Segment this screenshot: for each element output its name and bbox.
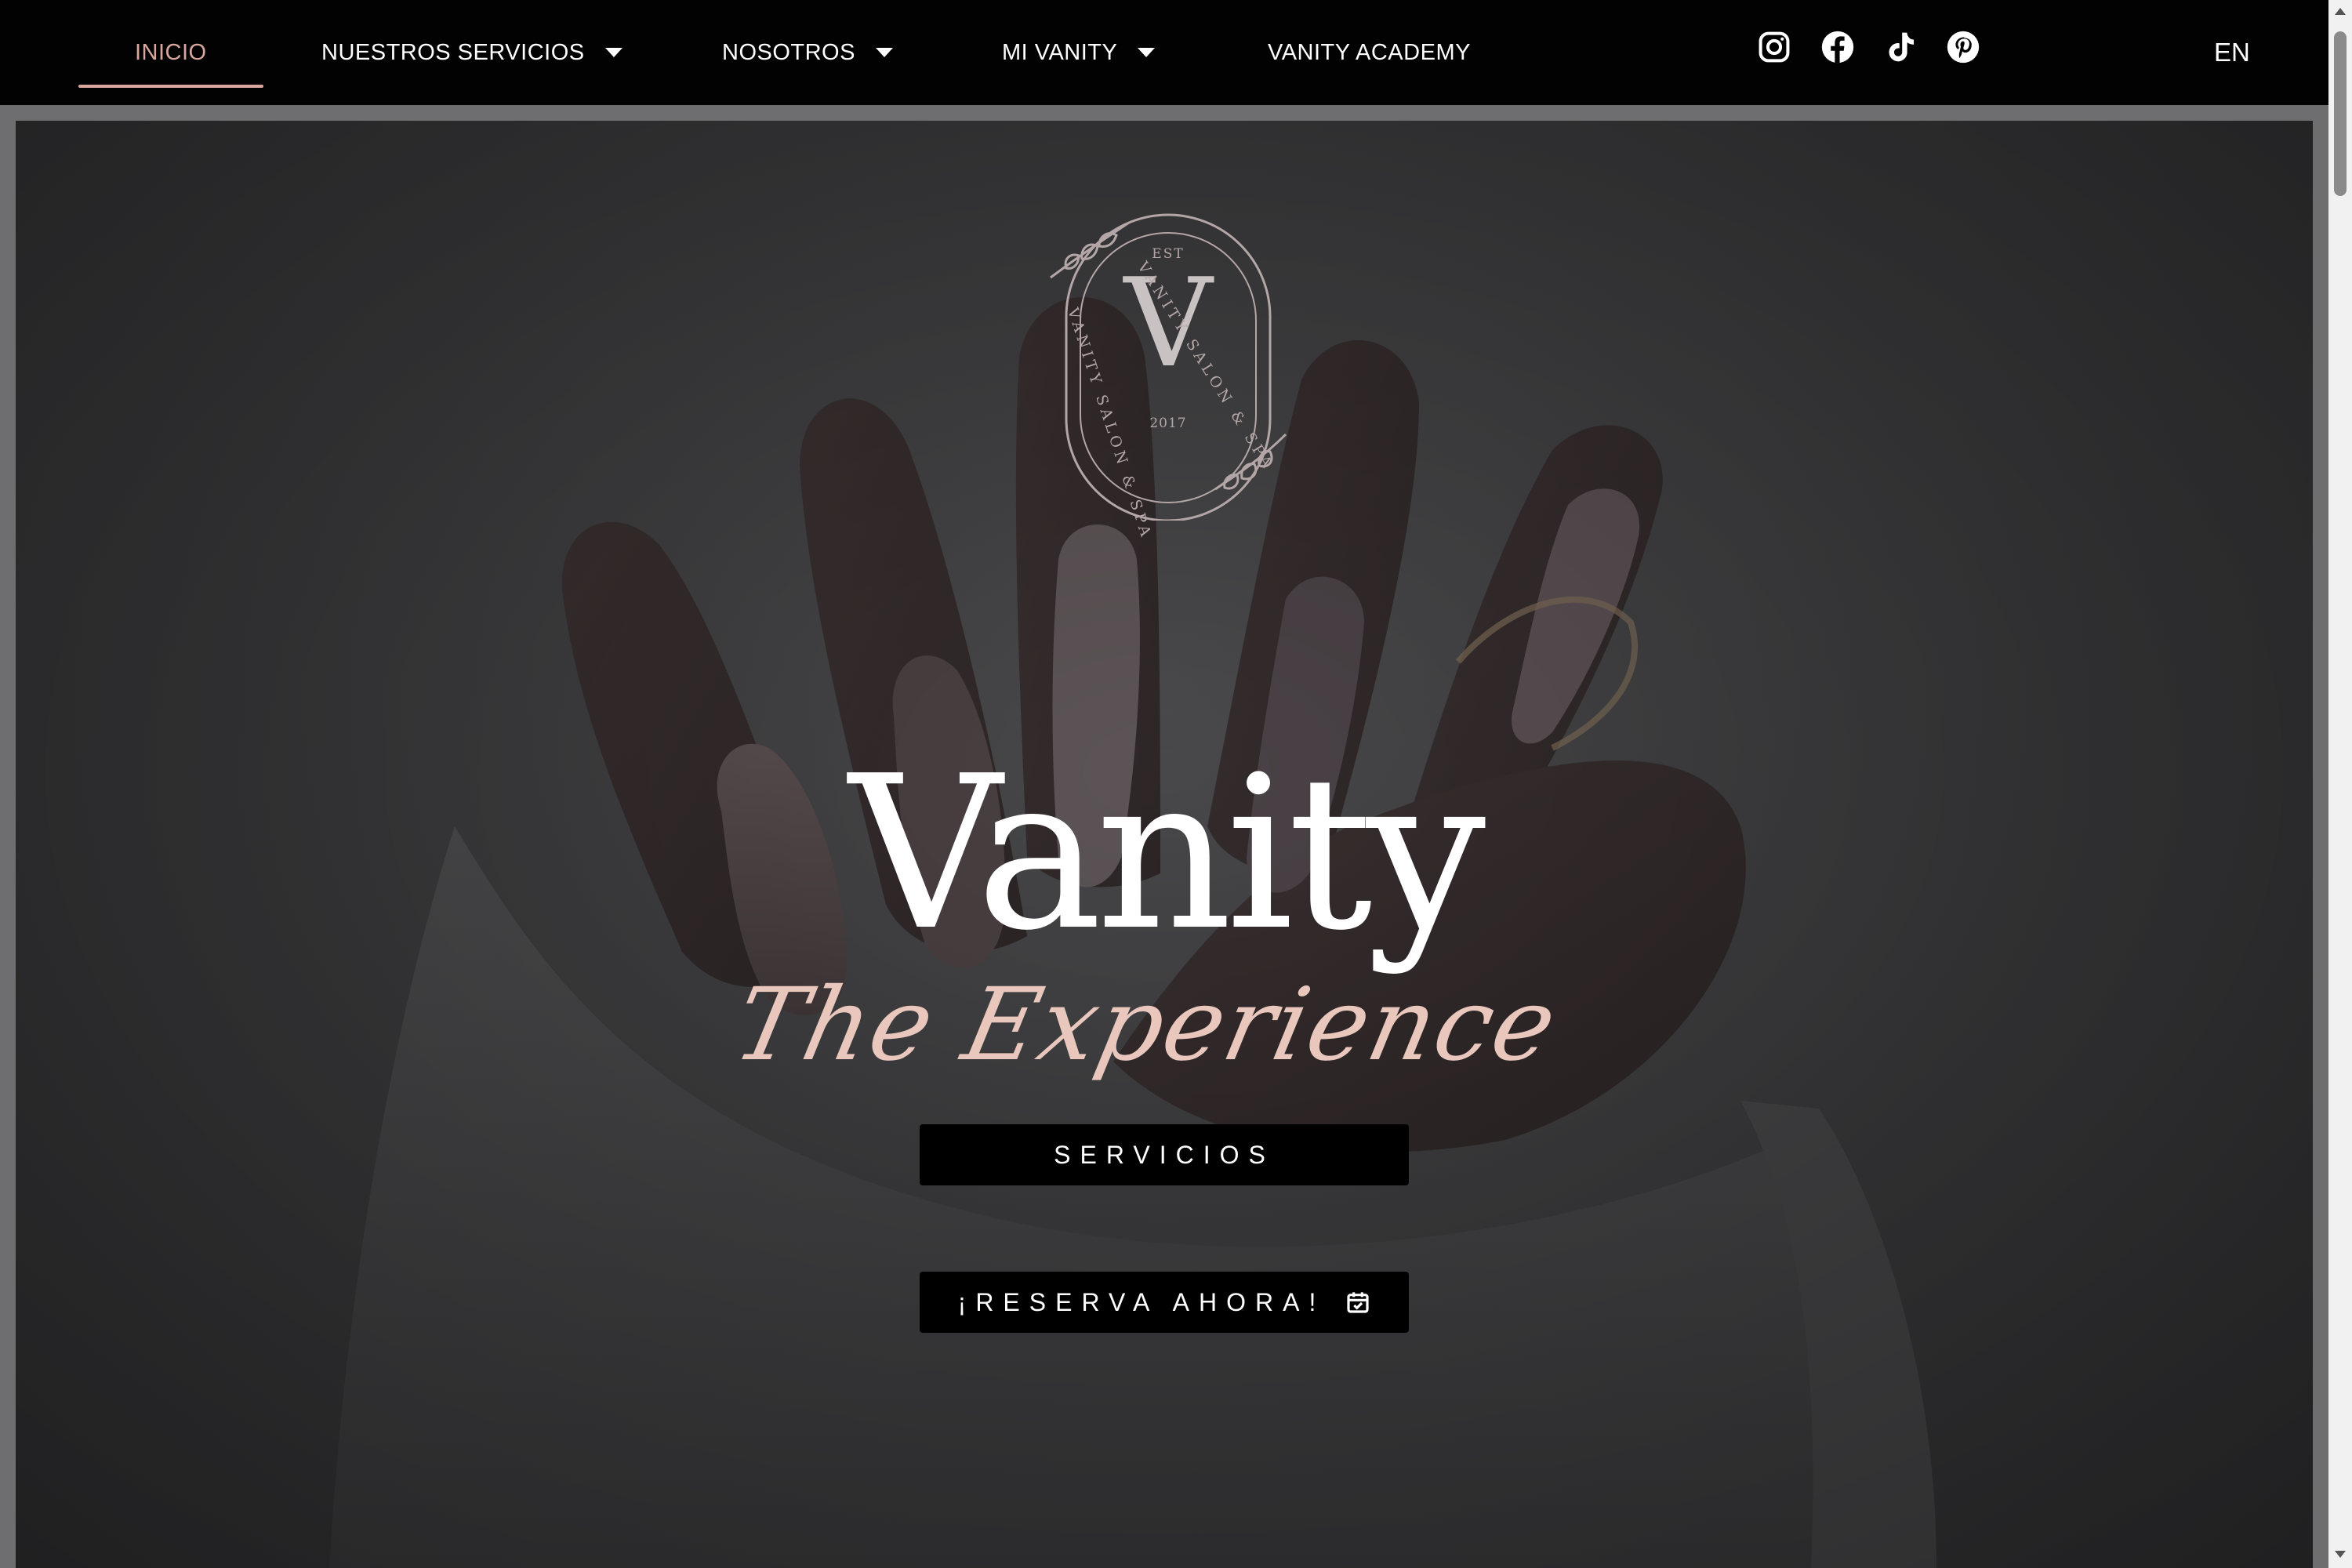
nav-item-inicio[interactable]: INICIO	[135, 0, 207, 105]
hero-section: EST V 2017 VANITY SALON & SPA VANITY SAL…	[16, 121, 2313, 1568]
nav-item-label: NUESTROS SERVICIOS	[321, 39, 585, 65]
scrollbar-thumb[interactable]	[2334, 31, 2347, 196]
facebook-icon[interactable]	[1820, 30, 1855, 64]
top-navbar: INICIO NUESTROS SERVICIOS NOSOTROS MI VA…	[0, 0, 2328, 105]
services-button-label: SERVICIOS	[1054, 1140, 1275, 1169]
tiktok-icon[interactable]	[1883, 30, 1918, 64]
language-switcher[interactable]: EN	[2214, 0, 2250, 105]
caret-down-icon	[875, 48, 893, 57]
nav-item-label: INICIO	[135, 39, 207, 65]
language-label: EN	[2214, 38, 2250, 67]
nav-item-label: NOSOTROS	[722, 39, 855, 65]
instagram-icon[interactable]	[1757, 30, 1791, 64]
brand-title: Vanity	[848, 730, 1486, 977]
nav-item-nuestros-servicios[interactable]: NUESTROS SERVICIOS	[321, 0, 622, 105]
page: INICIO NUESTROS SERVICIOS NOSOTROS MI VA…	[0, 0, 2352, 1568]
scroll-up-arrow-icon[interactable]	[2335, 8, 2346, 15]
pinterest-icon[interactable]	[1946, 30, 1980, 64]
caret-down-icon	[1138, 48, 1156, 57]
seal-year: 2017	[1149, 416, 1187, 431]
book-now-button-label: ¡RESERVA AHORA!	[957, 1287, 1326, 1316]
page-scrollbar[interactable]	[2328, 0, 2352, 1568]
nav-item-mi-vanity[interactable]: MI VANITY	[1002, 0, 1156, 105]
nav-item-nosotros[interactable]: NOSOTROS	[722, 0, 893, 105]
caret-down-icon	[604, 48, 622, 57]
nav-item-label: MI VANITY	[1002, 39, 1118, 65]
active-nav-indicator	[78, 85, 263, 88]
calendar-check-icon	[1347, 1292, 1369, 1313]
brand-tagline: The Experience	[724, 967, 1568, 1083]
scroll-down-arrow-icon[interactable]	[2335, 1551, 2346, 1558]
nav-item-vanity-academy[interactable]: VANITY ACADEMY	[1268, 0, 1471, 105]
book-now-button[interactable]: ¡RESERVA AHORA!	[920, 1272, 1409, 1333]
nav-item-label: VANITY ACADEMY	[1268, 39, 1471, 65]
services-button[interactable]: SERVICIOS	[920, 1124, 1409, 1185]
